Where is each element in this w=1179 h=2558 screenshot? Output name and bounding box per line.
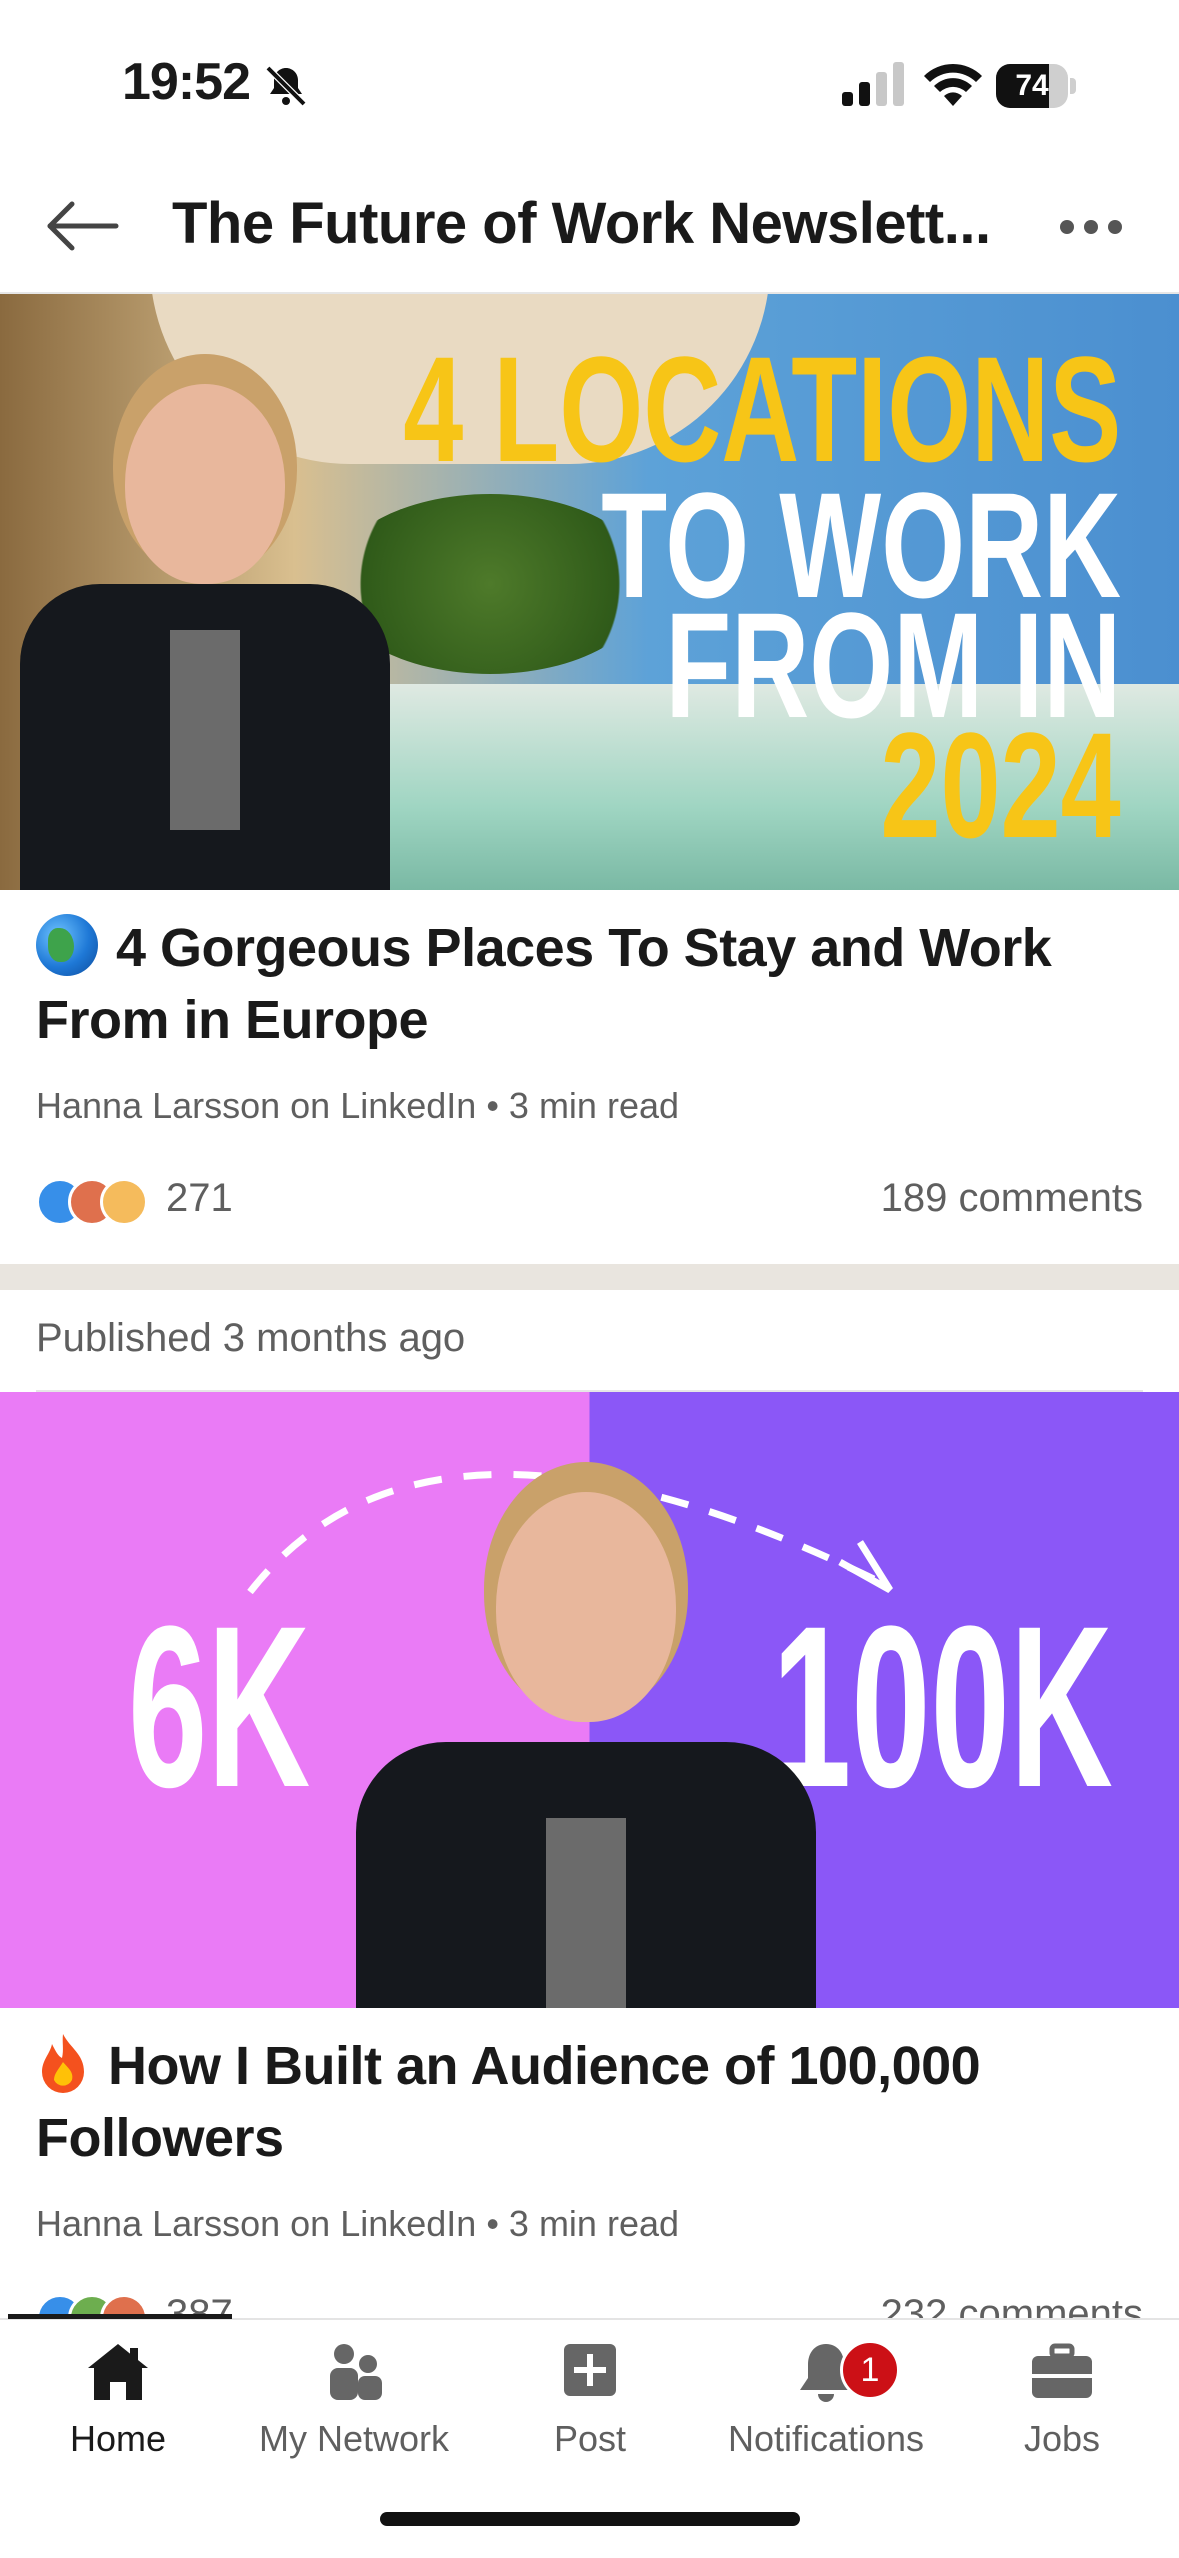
- status-time: 19:52: [122, 53, 251, 111]
- tab-post[interactable]: Post: [472, 2340, 708, 2490]
- tab-label: Post: [553, 2418, 627, 2459]
- tab-label: My Network: [258, 2418, 450, 2459]
- hero-text-line: 4 LOCATIONS: [402, 325, 1121, 493]
- article-meta: Hanna Larsson on LinkedIn • 3 min read: [36, 2203, 680, 2244]
- hero-text-line: 2024: [880, 701, 1121, 869]
- active-tab-indicator: [8, 2314, 232, 2319]
- status-bar: 19:52 74: [0, 0, 1179, 160]
- notification-badge: 1: [840, 2340, 900, 2400]
- tab-label: Home: [69, 2418, 167, 2459]
- bell-muted-icon: [265, 65, 307, 107]
- post-icon: [564, 2344, 616, 2396]
- wifi-icon: [924, 63, 982, 106]
- reaction-count[interactable]: 271: [166, 1176, 233, 1221]
- published-label: Published 3 months ago: [36, 1316, 466, 1360]
- tab-home[interactable]: Home: [0, 2340, 236, 2490]
- battery-level: 74: [1015, 69, 1049, 102]
- article-meta: Hanna Larsson on LinkedIn • 3 min read: [36, 1085, 680, 1126]
- social-counts: 271 189 comments: [36, 1172, 1143, 1228]
- network-icon: [330, 2344, 382, 2400]
- briefcase-icon: [1032, 2343, 1092, 2398]
- author-photo: [20, 374, 390, 890]
- article-title[interactable]: How I Built an Audience of 100,000 Follo…: [36, 2030, 1146, 2174]
- top-bar: The Future of Work Newslett...: [0, 160, 1179, 294]
- tab-jobs[interactable]: Jobs: [944, 2340, 1179, 2490]
- section-divider: [0, 1264, 1179, 1290]
- tab-label: Jobs: [1023, 2418, 1101, 2459]
- comments-count[interactable]: 189 comments: [881, 1176, 1143, 1221]
- author-photo: [356, 1452, 816, 2008]
- more-options-icon[interactable]: [1060, 212, 1130, 242]
- article-hero-image[interactable]: 4 LOCATIONS TO WORK FROM IN 2024: [0, 294, 1179, 890]
- article-hero-image[interactable]: 6K 100K: [0, 1392, 1179, 2008]
- hero-text-left: 6K: [128, 1578, 311, 1835]
- back-arrow-icon[interactable]: [44, 200, 120, 252]
- home-indicator[interactable]: [380, 2512, 800, 2526]
- cellular-signal-icon: [842, 62, 904, 106]
- insightful-reaction-icon: [100, 1178, 148, 1226]
- home-icon: [88, 2344, 148, 2400]
- tab-notifications[interactable]: 1 Notifications: [708, 2340, 944, 2490]
- battery-icon: 74: [996, 64, 1076, 108]
- fire-icon: [42, 2034, 84, 2093]
- tab-label: Notifications: [727, 2418, 925, 2459]
- globe-icon: [36, 914, 98, 976]
- hero-text-right: 100K: [772, 1578, 1113, 1835]
- page-title: The Future of Work Newslett...: [172, 191, 991, 256]
- tab-my-network[interactable]: My Network: [236, 2340, 472, 2490]
- reactions-summary[interactable]: [36, 1172, 156, 1228]
- article-title[interactable]: 4 Gorgeous Places To Stay and Work From …: [36, 912, 1146, 1056]
